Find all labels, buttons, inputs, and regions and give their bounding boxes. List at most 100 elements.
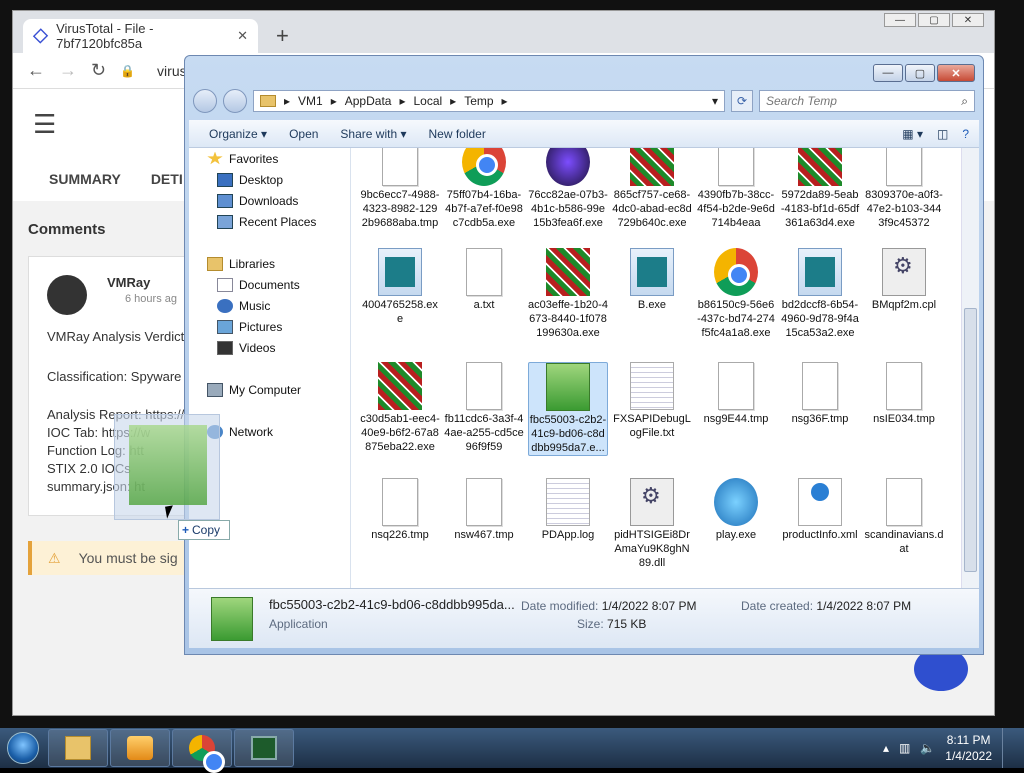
back-button[interactable] <box>193 89 217 113</box>
menu-icon[interactable]: ☰ <box>33 109 56 140</box>
close-tab-icon[interactable]: ✕ <box>237 28 248 44</box>
file-item[interactable]: fbc55003-c2b2-41c9-bd06-c8ddbb995da7.e..… <box>528 362 608 456</box>
address-bar[interactable]: ▸ VM1 ▸ AppData ▸ Local ▸ Temp ▸ ▾ <box>253 90 725 112</box>
chevron-down-icon[interactable]: ▾ <box>712 94 718 108</box>
scrollbar[interactable] <box>961 148 979 588</box>
tab-details[interactable]: DETI <box>151 171 183 187</box>
breadcrumb-item[interactable]: VM1 <box>298 94 323 108</box>
maximize-button[interactable]: ▢ <box>905 64 935 82</box>
refresh-icon[interactable]: ⟳ <box>731 90 753 112</box>
nav-item-downloads[interactable]: Downloads <box>217 190 298 211</box>
close-button[interactable]: ✕ <box>952 13 984 27</box>
search-input[interactable]: Search Temp ⌕ <box>759 90 975 112</box>
change-view-icon[interactable]: ▦ ▾ <box>902 127 923 141</box>
new-folder-button[interactable]: New folder <box>428 127 485 141</box>
nav-item-favorites[interactable]: Favorites <box>207 148 278 169</box>
nav-item-libraries[interactable]: Libraries <box>207 253 275 274</box>
file-item[interactable]: 9bc6ecc7-4988-4323-8982-1292b9688aba.tmp <box>360 148 440 230</box>
show-hidden-icons[interactable]: ▴ <box>883 741 889 755</box>
chrome-tab[interactable]: VirusTotal - File - 7bf7120bfc85a ✕ <box>23 19 258 53</box>
breadcrumb-item[interactable]: Temp <box>464 94 493 108</box>
file-item[interactable]: B.exe <box>612 248 692 312</box>
taskbar-monitor[interactable] <box>234 729 294 767</box>
nav-item-music[interactable]: Music <box>217 295 270 316</box>
scrollbar-thumb[interactable] <box>964 308 977 572</box>
taskbar-explorer[interactable] <box>48 729 108 767</box>
file-item[interactable]: fb11cdc6-3a3f-44ae-a255-cd5ce96f9f59 <box>444 362 524 454</box>
help-icon[interactable]: ? <box>962 127 969 141</box>
breadcrumb-item[interactable]: AppData <box>345 94 392 108</box>
file-item[interactable]: productInfo.xml <box>780 478 860 542</box>
nav-item-pictures[interactable]: Pictures <box>217 316 282 337</box>
chrome-file-icon <box>462 148 506 186</box>
time: 8:11 PM <box>946 733 991 747</box>
file-item[interactable]: nsIE034.tmp <box>864 362 944 426</box>
preview-pane-icon[interactable]: ◫ <box>937 127 948 141</box>
minimize-button[interactable]: — <box>873 64 903 82</box>
file-item[interactable]: 4004765258.exe <box>360 248 440 326</box>
file-item[interactable]: bd2dccf8-6b54-4960-9d78-9f4a15ca53a2.exe <box>780 248 860 340</box>
back-icon[interactable]: ← <box>27 60 45 81</box>
nav-item-my-computer[interactable]: My Computer <box>207 379 301 400</box>
plus-icon: + <box>182 523 190 537</box>
organize-button[interactable]: Organize ▾ <box>209 127 267 141</box>
file-item[interactable]: ac03effe-1b20-4673-8440-1f078199630a.exe <box>528 248 608 340</box>
file-name: play.exe <box>715 529 757 541</box>
file-item[interactable]: 5972da89-5eab-4183-bf1d-65df361a63d4.exe <box>780 148 860 230</box>
network-icon[interactable]: ▥ <box>899 741 910 755</box>
forward-icon[interactable]: → <box>59 60 77 81</box>
file-item[interactable]: a.txt <box>444 248 524 312</box>
open-button[interactable]: Open <box>289 127 318 141</box>
file-item[interactable]: FXSAPIDebugLogFile.txt <box>612 362 692 440</box>
file-item[interactable]: play.exe <box>696 478 776 542</box>
nav-item-documents[interactable]: Documents <box>217 274 300 295</box>
file-item[interactable]: 4390fb7b-38cc-4f54-b2de-9e6d714b4eaa <box>696 148 776 230</box>
file-item[interactable]: nsw467.tmp <box>444 478 524 542</box>
close-button[interactable]: ✕ <box>937 64 975 82</box>
address-bar[interactable]: virus <box>157 63 187 79</box>
maximize-button[interactable]: ▢ <box>918 13 950 27</box>
nav-item-videos[interactable]: Videos <box>217 337 275 358</box>
file-item[interactable]: nsg9E44.tmp <box>696 362 776 426</box>
noise-file-icon <box>630 148 674 186</box>
setup-file-icon <box>546 363 590 411</box>
log-file-icon <box>630 362 674 410</box>
reload-icon[interactable]: ↻ <box>91 60 106 81</box>
nav-item-recent-places[interactable]: Recent Places <box>217 211 316 232</box>
file-item[interactable]: BMqpf2m.cpl <box>864 248 944 312</box>
file-item[interactable]: 8309370e-a0f3-47e2-b103-3443f9c45372 <box>864 148 944 230</box>
file-item[interactable]: 865cf757-ce68-4dc0-abad-ec8d729b640c.exe <box>612 148 692 230</box>
file-item[interactable]: PDApp.log <box>528 478 608 542</box>
new-tab-button[interactable]: + <box>276 23 289 49</box>
file-item[interactable]: c30d5ab1-eec4-40e9-b6f2-67a8875eba22.exe <box>360 362 440 454</box>
taskbar-media[interactable] <box>110 729 170 767</box>
share-with-button[interactable]: Share with ▾ <box>340 127 406 141</box>
file-item[interactable]: nsg36F.tmp <box>780 362 860 426</box>
file-name: 8309370e-a0f3-47e2-b103-3443f9c45372 <box>865 189 943 229</box>
recent-icon <box>217 214 233 229</box>
forward-button[interactable] <box>223 89 247 113</box>
clock[interactable]: 8:11 PM 1/4/2022 <box>945 732 992 764</box>
lock-icon: 🔒 <box>120 63 136 78</box>
comment-author[interactable]: VMRay <box>107 275 150 290</box>
nav-item-desktop[interactable]: Desktop <box>217 169 283 190</box>
start-button[interactable] <box>0 728 46 768</box>
file-name: 4390fb7b-38cc-4f54-b2de-9e6d714b4eaa <box>697 189 775 229</box>
file-item[interactable]: pidHTSIGEi8DrAmaYu9K8ghN89.dll <box>612 478 692 570</box>
volume-icon[interactable]: 🔈 <box>920 741 935 755</box>
file-name: BMqpf2m.cpl <box>871 299 937 311</box>
file-item[interactable]: 75ff07b4-16ba-4b7f-a7ef-f0e98c7cdb5a.exe <box>444 148 524 230</box>
file-item[interactable]: b86150c9-56e6-437c-bd74-274f5fc4a1a8.exe <box>696 248 776 340</box>
file-item[interactable]: 76cc82ae-07b3-4b1c-b586-99e15b3fea6f.exe <box>528 148 608 230</box>
nav-item-label: Libraries <box>229 256 276 271</box>
music-icon <box>217 298 233 313</box>
show-desktop-button[interactable] <box>1002 728 1016 768</box>
file-name: fbc55003-c2b2-41c9-bd06-c8ddbb995da7.e..… <box>529 414 607 454</box>
tab-summary[interactable]: SUMMARY <box>49 171 121 187</box>
taskbar-chrome[interactable] <box>172 729 232 773</box>
breadcrumb-sep: ▸ <box>399 94 406 108</box>
minimize-button[interactable]: — <box>884 13 916 27</box>
breadcrumb-item[interactable]: Local <box>413 94 442 108</box>
file-item[interactable]: nsq226.tmp <box>360 478 440 542</box>
file-item[interactable]: scandinavians.dat <box>864 478 944 556</box>
